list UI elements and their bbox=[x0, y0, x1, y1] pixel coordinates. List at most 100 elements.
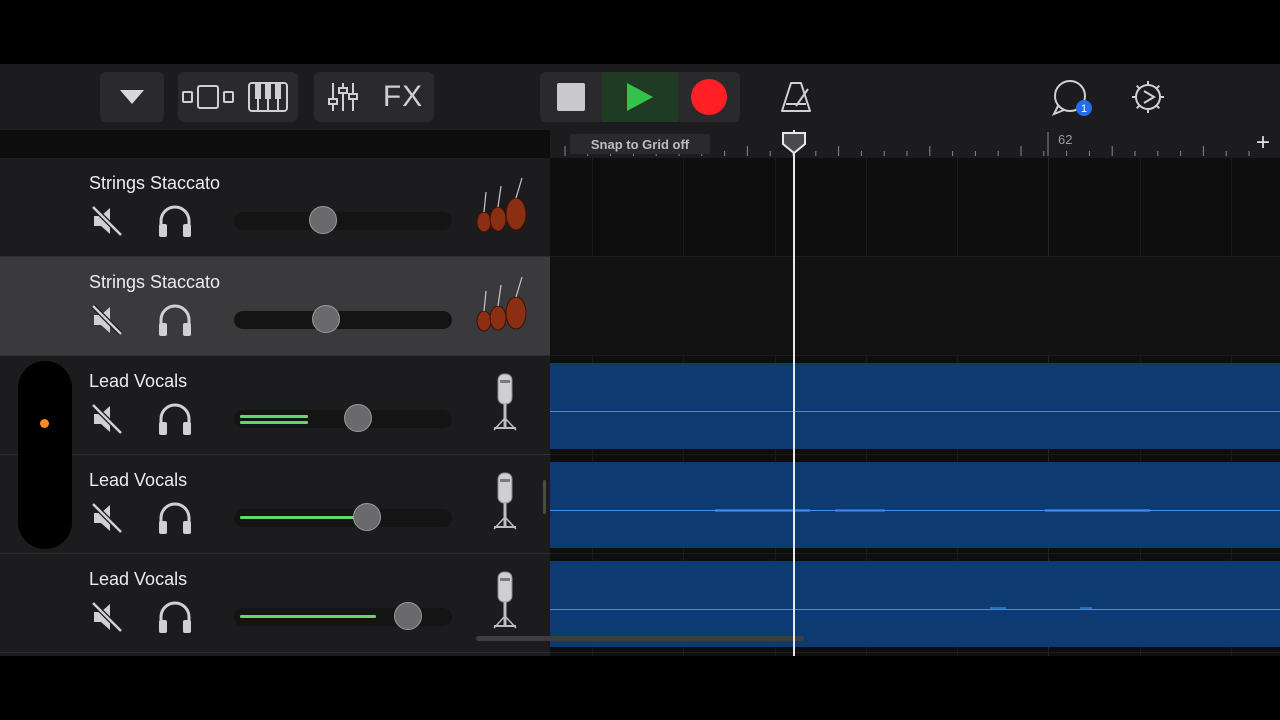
microphone-icon[interactable] bbox=[470, 471, 540, 535]
toolbar: FX 1 bbox=[0, 64, 1280, 130]
loop-browser-button[interactable]: 1 bbox=[1048, 72, 1096, 122]
microphone-icon[interactable] bbox=[470, 570, 540, 634]
bar-number-label: 62 bbox=[1058, 132, 1073, 147]
track-name: Lead Vocals bbox=[89, 470, 188, 490]
track-header[interactable]: Lead Vocals bbox=[0, 356, 550, 455]
volume-slider[interactable] bbox=[234, 206, 452, 234]
keyboard-icon bbox=[248, 82, 288, 112]
waveform-peak bbox=[715, 509, 810, 512]
headphones-icon bbox=[159, 601, 191, 633]
speaker-muted-icon bbox=[91, 601, 123, 633]
track-name: Lead Vocals bbox=[89, 371, 188, 391]
volume-knob[interactable] bbox=[344, 404, 372, 432]
tracks-timeline[interactable] bbox=[550, 158, 1280, 656]
snap-to-grid-button[interactable]: Snap to Grid off bbox=[570, 134, 710, 154]
volume-slider[interactable] bbox=[234, 602, 452, 630]
headphones-icon bbox=[159, 502, 191, 534]
headphones-icon bbox=[159, 304, 191, 336]
track-lane-4[interactable] bbox=[550, 455, 1280, 554]
audio-region[interactable] bbox=[550, 561, 1280, 647]
mixer-sliders-icon bbox=[328, 83, 358, 111]
mute-button[interactable] bbox=[90, 600, 124, 634]
solo-button[interactable] bbox=[157, 204, 193, 238]
mixer-fx-group: FX bbox=[314, 72, 434, 122]
headphones-icon bbox=[159, 403, 191, 435]
waveform-peak bbox=[835, 509, 885, 512]
metronome-icon bbox=[781, 82, 811, 112]
waveform-peak bbox=[1080, 607, 1092, 610]
keyboard-button[interactable] bbox=[238, 72, 298, 122]
settings-button[interactable] bbox=[1126, 72, 1170, 122]
strings-icon[interactable] bbox=[470, 174, 540, 238]
mute-button[interactable] bbox=[90, 402, 124, 436]
volume-slider[interactable] bbox=[234, 404, 452, 432]
mute-button[interactable] bbox=[90, 501, 124, 535]
tracks-view-button[interactable] bbox=[178, 72, 238, 122]
waveform-peak bbox=[990, 607, 1006, 610]
volume-knob[interactable] bbox=[394, 602, 422, 630]
audio-region[interactable] bbox=[550, 363, 1280, 449]
track-header[interactable]: Strings Staccato bbox=[0, 257, 550, 356]
triangle-down-icon bbox=[100, 72, 164, 122]
track-name: Strings Staccato bbox=[89, 272, 221, 292]
speaker-muted-icon bbox=[91, 403, 123, 435]
loop-badge: 1 bbox=[1081, 103, 1087, 115]
waveform bbox=[550, 609, 1280, 610]
add-track-button[interactable]: + bbox=[1256, 130, 1270, 156]
mute-button[interactable] bbox=[90, 204, 124, 238]
play-button[interactable] bbox=[602, 72, 678, 122]
playhead[interactable] bbox=[793, 130, 795, 656]
solo-button[interactable] bbox=[157, 402, 193, 436]
playhead-handle[interactable] bbox=[781, 132, 807, 154]
volume-knob[interactable] bbox=[353, 503, 381, 531]
volume-knob[interactable] bbox=[309, 206, 337, 234]
view-switcher bbox=[178, 72, 298, 122]
loop-browser-icon: 1 bbox=[1051, 80, 1092, 116]
play-icon bbox=[627, 83, 653, 111]
mixer-button[interactable] bbox=[314, 72, 372, 122]
tracks-view-icon bbox=[182, 85, 234, 109]
audio-region[interactable] bbox=[550, 462, 1280, 548]
speaker-muted-icon bbox=[91, 502, 123, 534]
track-header[interactable]: Lead Vocals bbox=[0, 554, 550, 653]
track-headers: Strings Staccato Strings Staccato Lead Voc… bbox=[0, 158, 550, 656]
mute-button[interactable] bbox=[90, 303, 124, 337]
waveform bbox=[550, 411, 1280, 412]
fx-label: FX bbox=[382, 80, 424, 113]
speaker-muted-icon bbox=[91, 205, 123, 237]
track-lane-3[interactable] bbox=[550, 356, 1280, 455]
record-button[interactable] bbox=[678, 72, 740, 122]
strings-icon[interactable] bbox=[470, 273, 540, 337]
level-meter-left bbox=[240, 415, 308, 418]
solo-button[interactable] bbox=[157, 600, 193, 634]
metronome-button[interactable] bbox=[774, 72, 818, 122]
record-icon bbox=[691, 79, 727, 115]
fx-button[interactable]: FX bbox=[372, 72, 434, 122]
volume-slider[interactable] bbox=[234, 305, 452, 333]
track-name: Lead Vocals bbox=[89, 569, 188, 589]
level-meter-right bbox=[240, 421, 308, 424]
volume-slider[interactable] bbox=[234, 503, 452, 531]
track-header[interactable]: Lead Vocals bbox=[0, 455, 550, 554]
speaker-muted-icon bbox=[91, 304, 123, 336]
track-selection-indicator[interactable] bbox=[18, 361, 72, 549]
track-lane-1[interactable] bbox=[550, 158, 1280, 257]
solo-button[interactable] bbox=[157, 303, 193, 337]
waveform bbox=[550, 510, 1280, 511]
horizontal-scrollbar[interactable] bbox=[476, 636, 804, 641]
microphone-icon[interactable] bbox=[470, 372, 540, 436]
selection-dot bbox=[40, 419, 49, 428]
track-name: Strings Staccato bbox=[89, 173, 221, 193]
track-lane-2[interactable] bbox=[550, 257, 1280, 356]
stop-icon bbox=[557, 83, 585, 111]
solo-button[interactable] bbox=[157, 501, 193, 535]
track-header[interactable]: Strings Staccato bbox=[0, 158, 550, 257]
settings-gear-icon bbox=[1132, 81, 1164, 113]
transport-controls bbox=[540, 72, 740, 122]
timeline-ruler[interactable]: Snap to Grid off 62 + bbox=[550, 130, 1280, 158]
level-meter bbox=[240, 615, 376, 618]
vertical-scrollbar[interactable] bbox=[543, 480, 546, 514]
stop-button[interactable] bbox=[540, 72, 602, 122]
dropdown-button[interactable] bbox=[100, 72, 164, 122]
volume-knob[interactable] bbox=[312, 305, 340, 333]
